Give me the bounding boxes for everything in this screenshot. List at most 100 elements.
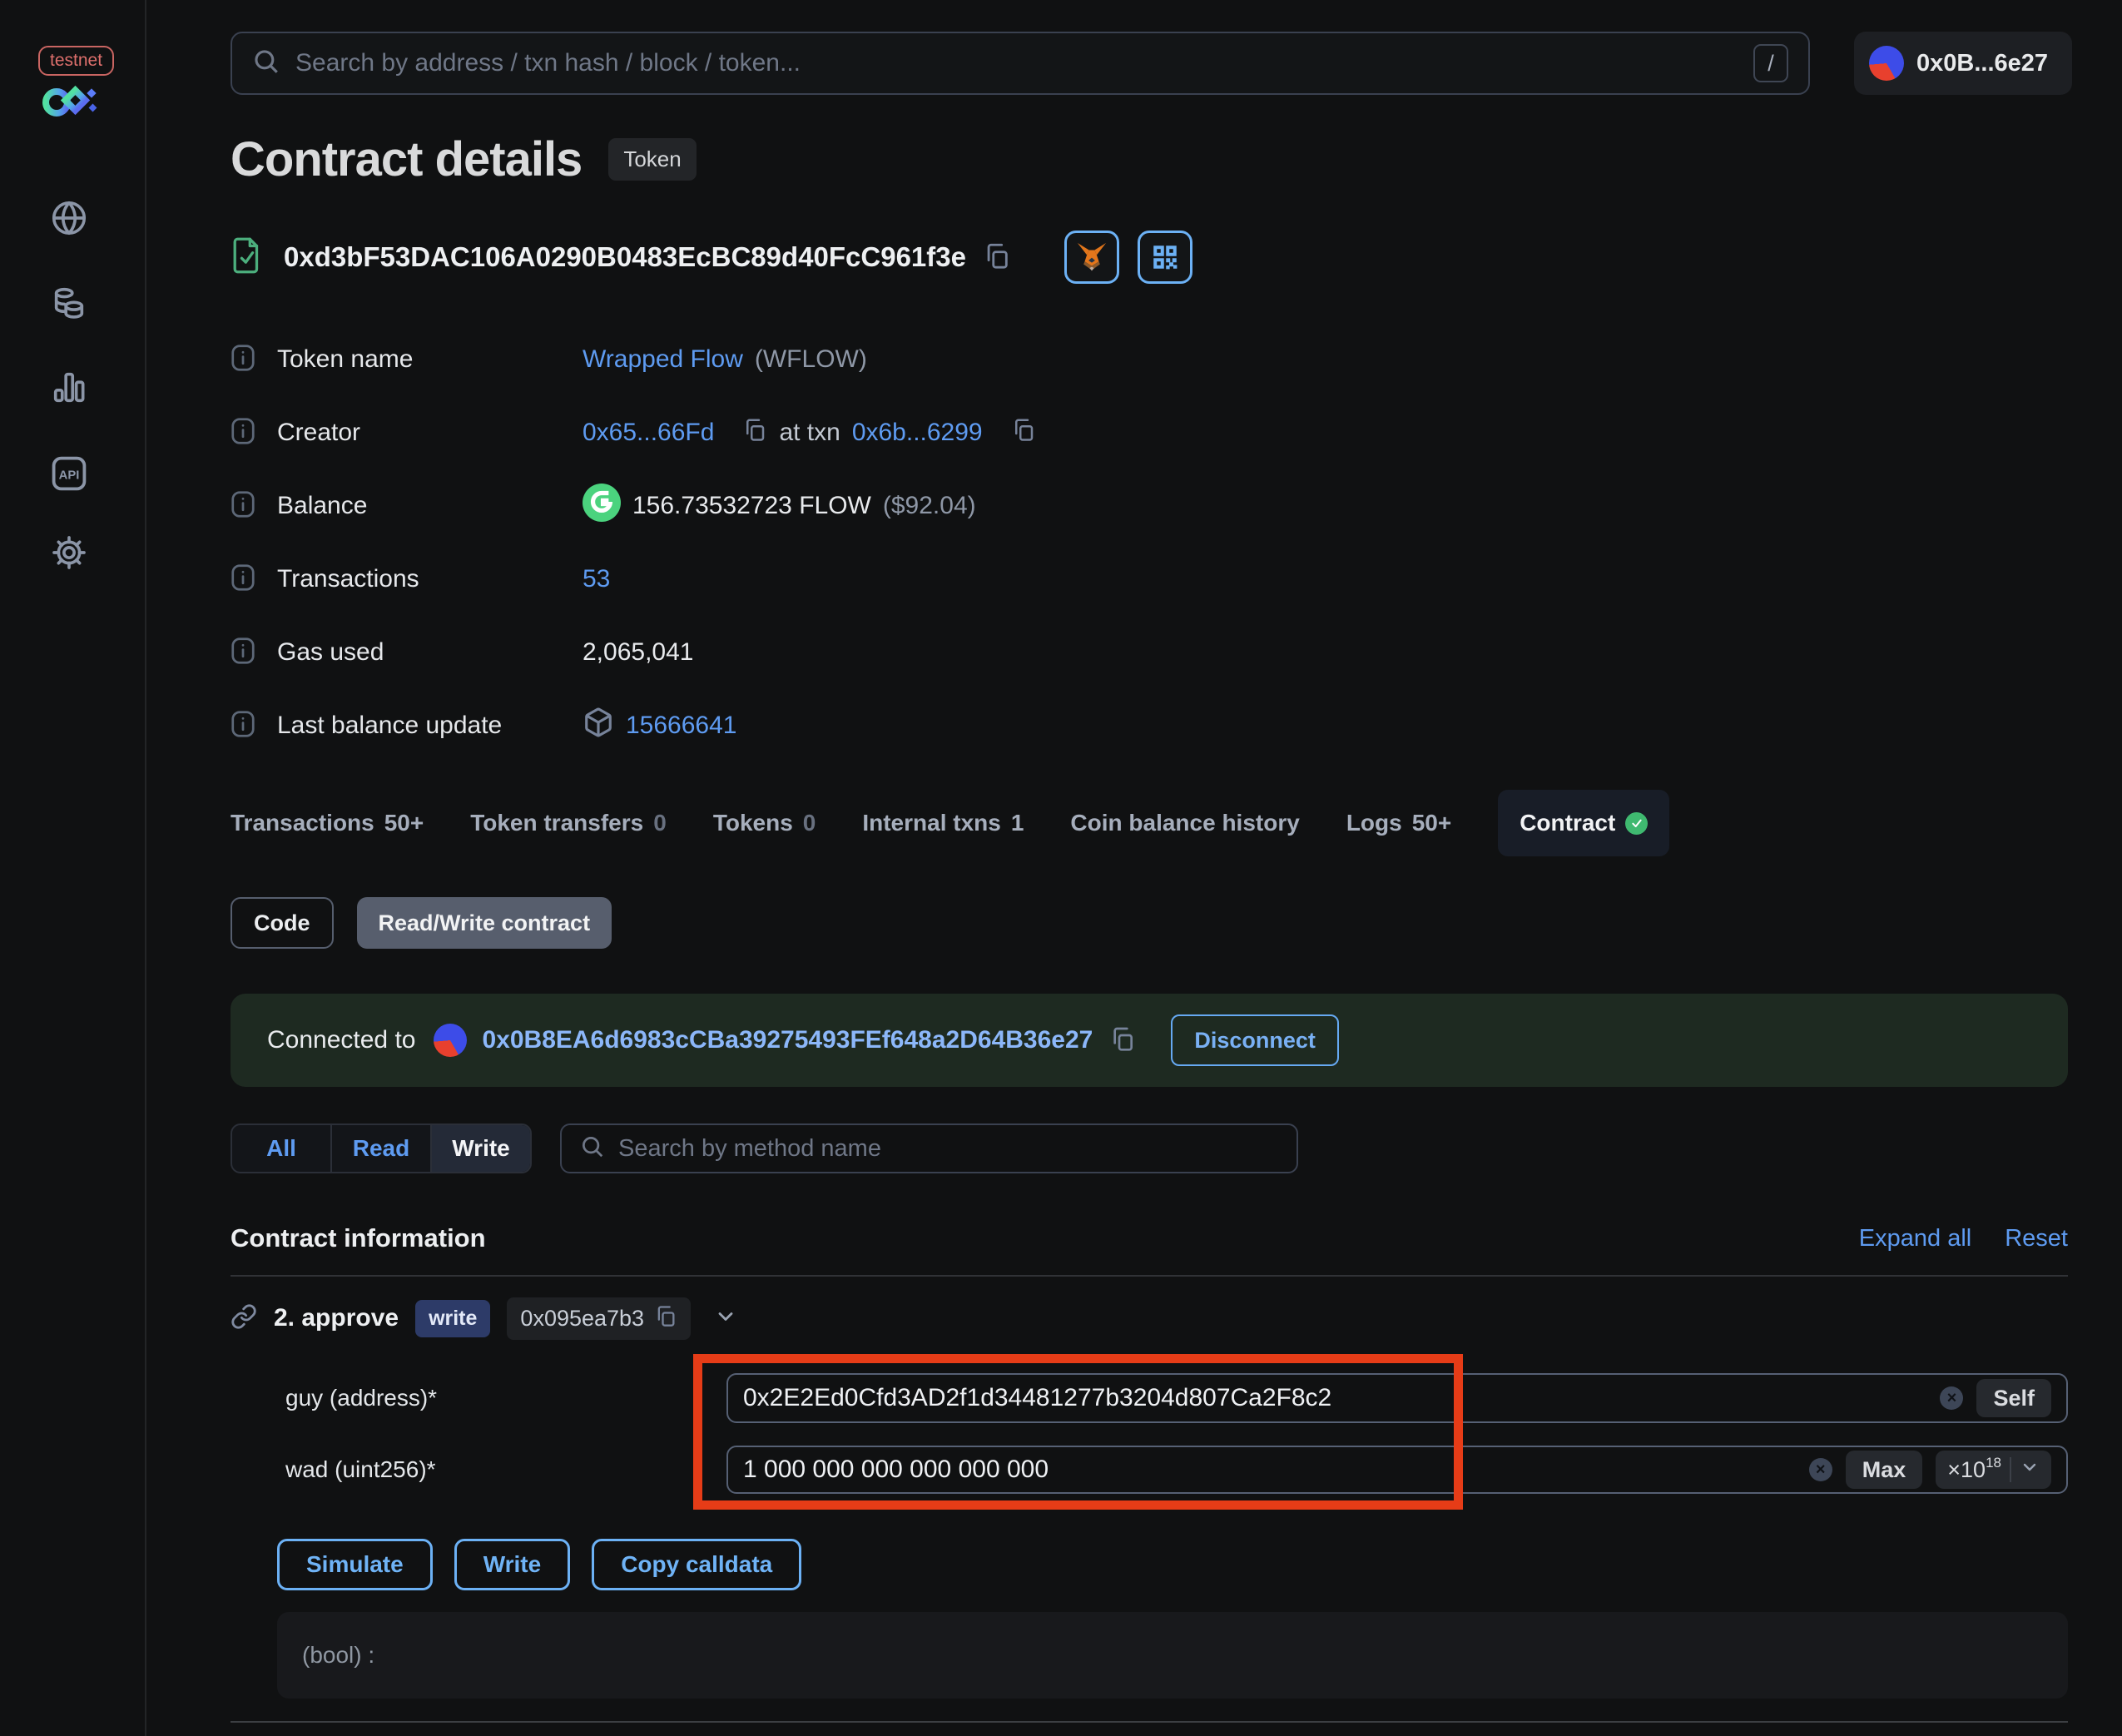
wad-amount-field: × Max ×1018 [726, 1446, 2068, 1494]
method-search-input[interactable] [618, 1134, 1278, 1163]
guy-address-input[interactable] [743, 1384, 1941, 1412]
tokens-coins-icon[interactable] [49, 284, 89, 324]
tab-tokens[interactable]: Tokens 0 [713, 810, 816, 836]
contract-address[interactable]: 0xd3bF53DAC106A0290B0483EcBC89d40FcC961f… [284, 241, 966, 273]
flow-token-icon [583, 484, 621, 528]
param-row-wad: wad (uint256)* × Max ×1018 [231, 1446, 2068, 1494]
reset-link[interactable]: Reset [2005, 1225, 2068, 1252]
creation-txn-link[interactable]: 0x6b...6299 [852, 419, 983, 447]
address-tabs: Transactions 50+ Token transfers 0 Tokens 0… [231, 789, 1670, 857]
account-address-label: 0x0B...6e27 [1916, 49, 2049, 77]
account-button[interactable]: 0x0B...6e27 [1854, 32, 2072, 95]
search-icon [580, 1134, 605, 1163]
method-action-buttons: Simulate Write Copy calldata [277, 1539, 802, 1590]
expand-all-link[interactable]: Expand all [1859, 1225, 1971, 1252]
svg-text:API: API [59, 469, 80, 482]
global-search[interactable]: / [231, 32, 1810, 95]
tab-internal-txns[interactable]: Internal txns 1 [862, 810, 1024, 836]
wad-param-label: wad (uint256)* [285, 1456, 436, 1482]
guy-address-field: × Self [726, 1373, 2068, 1423]
disconnect-button[interactable]: Disconnect [1171, 1014, 1339, 1066]
api-icon[interactable]: API [49, 454, 89, 494]
sidebar: testnet API [0, 0, 146, 1736]
global-search-input[interactable] [295, 49, 1753, 77]
info-icon [231, 490, 255, 523]
connected-avatar [434, 1024, 468, 1057]
method-output-panel: (bool) : [277, 1612, 2068, 1699]
param-row-guy: guy (address)* × Self [231, 1373, 2068, 1423]
at-txn-text: at txn [779, 419, 840, 446]
token-symbol: (WFLOW) [754, 345, 867, 373]
info-icon [231, 344, 255, 376]
guy-param-label: guy (address)* [285, 1385, 438, 1411]
app-logo-icon[interactable] [42, 82, 103, 124]
transactions-row: Transactions 53 [231, 543, 2068, 616]
copy-connected-address-icon[interactable] [1109, 1025, 1136, 1056]
token-name-row: Token name Wrapped Flow (WFLOW) [231, 323, 2068, 396]
qr-code-button[interactable] [1137, 231, 1192, 284]
tab-token-transfers[interactable]: Token transfers 0 [470, 810, 667, 836]
clear-guy-icon[interactable]: × [1940, 1386, 1964, 1410]
contract-address-row: 0xd3bF53DAC106A0290B0483EcBC89d40FcC961f… [231, 230, 1192, 285]
write-button[interactable]: Write [454, 1539, 571, 1590]
copy-calldata-button[interactable]: Copy calldata [592, 1539, 802, 1590]
tab-contract[interactable]: Contract [1498, 790, 1670, 856]
bool-output-label: (bool) : [302, 1642, 375, 1668]
filter-read[interactable]: Read [332, 1125, 432, 1172]
token-name-link[interactable]: Wrapped Flow [583, 345, 743, 374]
info-icon [231, 563, 255, 596]
contract-information-header: Contract information Expand all Reset [231, 1217, 2068, 1260]
creator-address-link[interactable]: 0x65...66Fd [583, 419, 714, 447]
gas-used-label: Gas used [277, 638, 384, 666]
divider [2010, 1457, 2011, 1482]
subtab-read-write-contract[interactable]: Read/Write contract [356, 897, 612, 949]
method-approve-row[interactable]: 2. approve write 0x095ea7b3 [231, 1297, 737, 1340]
write-method-badge: write [415, 1299, 491, 1337]
last-balance-update-label: Last balance update [277, 712, 503, 739]
info-icon [231, 710, 255, 742]
gas-used-row: Gas used 2,065,041 [231, 616, 2068, 689]
anchor-link-icon[interactable] [231, 1303, 257, 1334]
subtab-code[interactable]: Code [231, 897, 334, 949]
title-row: Contract details Token [231, 131, 697, 187]
balance-usd: ($92.04) [882, 492, 976, 519]
last-balance-block-link[interactable]: 15666641 [626, 712, 736, 740]
transactions-count-link[interactable]: 53 [583, 565, 610, 593]
copy-address-icon[interactable] [983, 241, 1011, 274]
settings-gear-icon[interactable] [49, 533, 89, 573]
contract-details-page: testnet API Search by address / txn hash… [0, 0, 2122, 1736]
stats-chart-icon[interactable] [49, 367, 89, 407]
gas-used-value: 2,065,041 [583, 638, 694, 666]
token-type-badge: Token [608, 138, 697, 181]
multiplier-dropdown[interactable]: ×1018 [1936, 1451, 2051, 1489]
copy-selector-icon[interactable] [654, 1304, 677, 1333]
simulate-button[interactable]: Simulate [277, 1539, 433, 1590]
filter-write[interactable]: Write [432, 1125, 530, 1172]
search-shortcut-badge: / [1753, 44, 1788, 82]
collapse-method-chevron-icon[interactable] [714, 1305, 737, 1332]
add-to-metamask-button[interactable] [1063, 231, 1119, 284]
copy-creator-icon[interactable] [742, 417, 767, 449]
search-icon [252, 47, 280, 80]
method-search[interactable] [560, 1123, 1298, 1173]
verified-contract-icon [231, 236, 264, 279]
network-globe-icon[interactable] [49, 198, 89, 238]
tab-transactions[interactable]: Transactions 50+ [231, 810, 424, 836]
self-button[interactable]: Self [1976, 1379, 2051, 1417]
contract-information-title: Contract information [231, 1223, 486, 1252]
multiplier-chevron-icon [2020, 1457, 2040, 1483]
divider [231, 1275, 2068, 1277]
connected-banner: Connected to 0x0B8EA6d6983cCBa39275493FE… [231, 994, 2068, 1087]
filter-all[interactable]: All [232, 1125, 332, 1172]
copy-txn-icon[interactable] [1011, 417, 1036, 449]
max-button[interactable]: Max [1845, 1451, 1923, 1489]
clear-wad-icon[interactable]: × [1808, 1458, 1832, 1481]
tab-coin-balance-history[interactable]: Coin balance history [1070, 810, 1299, 836]
contract-info-table: Token name Wrapped Flow (WFLOW) Creator … [231, 323, 2068, 762]
info-icon [231, 637, 255, 669]
tab-logs[interactable]: Logs 50+ [1346, 810, 1451, 836]
account-avatar [1869, 46, 1904, 81]
creator-label: Creator [277, 419, 361, 446]
connected-address-link[interactable]: 0x0B8EA6d6983cCBa39275493FEf648a2D64B36e… [482, 1026, 1093, 1054]
wad-amount-input[interactable] [743, 1456, 1809, 1484]
